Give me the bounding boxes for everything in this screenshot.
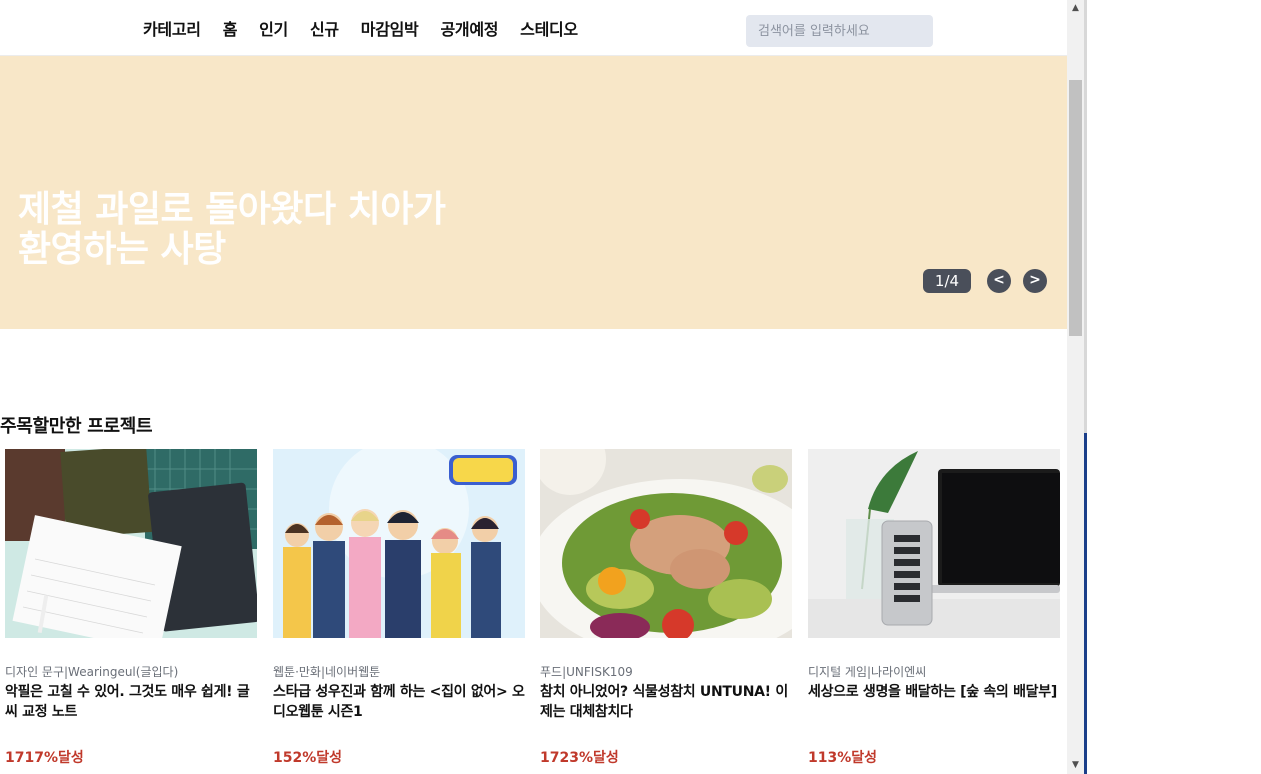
section-title: 주목할만한 프로젝트 — [0, 416, 153, 437]
project-card[interactable]: 웹툰·만화|네이버웹툰 스타급 성우진과 함께 하는 <집이 없어> 오디오웹툰… — [273, 449, 525, 766]
page: 카테고리 홈 인기 신규 마감임박 공개예정 스테디오 제철 과일로 돌아왔다 … — [0, 0, 1067, 774]
hero-banner[interactable]: 제철 과일로 돌아왔다 치아가 환영하는 사탕 1/4 < > — [0, 56, 1067, 329]
main-nav: 카테고리 홈 인기 신규 마감임박 공개예정 스테디오 — [143, 0, 600, 56]
vertical-scrollbar[interactable]: ▲ ▼ — [1067, 0, 1084, 774]
card-title[interactable]: 세상으로 생명을 배달하는 [숲 속의 배달부] — [808, 682, 1060, 722]
card-achievement-rate: 1723%달성 — [540, 750, 619, 766]
card-achievement-rate: 113%달성 — [808, 750, 878, 766]
card-title[interactable]: 참치 아니었어? 식물성참치 UNTUNA! 이제는 대체참치다 — [540, 682, 792, 722]
card-achievement-rate: 152%달성 — [273, 750, 343, 766]
card-category: 디자인 문구|Wearingeul(글입다) — [5, 665, 179, 679]
banner-title-line2: 환영하는 사탕 — [18, 229, 226, 270]
top-header: 카테고리 홈 인기 신규 마감임박 공개예정 스테디오 — [0, 0, 1067, 56]
nav-new[interactable]: 신규 — [310, 16, 339, 40]
card-achievement-rate: 1717%달성 — [5, 750, 84, 766]
notebooks-image[interactable] — [5, 449, 257, 638]
card-category: 디지털 게임|나라이엔씨 — [808, 665, 927, 679]
banner-title-line1: 제철 과일로 돌아왔다 치아가 — [18, 189, 446, 230]
scroll-down-arrow-icon[interactable]: ▼ — [1067, 757, 1084, 774]
project-card[interactable]: 디자인 문구|Wearingeul(글입다) 악필은 고칠 수 있어. 그것도 … — [5, 449, 257, 766]
salad-image[interactable] — [540, 449, 792, 638]
card-title[interactable]: 스타급 성우진과 함께 하는 <집이 없어> 오디오웹툰 시즌1 — [273, 682, 525, 722]
card-title[interactable]: 악필은 고칠 수 있어. 그것도 매우 쉽게! 글씨 교정 노트 — [5, 682, 257, 722]
nav-category[interactable]: 카테고리 — [143, 16, 201, 40]
webtoon-characters-image[interactable] — [273, 449, 525, 638]
nav-home[interactable]: 홈 — [223, 16, 238, 40]
nav-studio[interactable]: 스테디오 — [520, 16, 578, 40]
banner-prev-button[interactable]: < — [987, 269, 1011, 293]
card-category: 웹툰·만화|네이버웹툰 — [273, 665, 381, 679]
scroll-up-arrow-icon[interactable]: ▲ — [1067, 0, 1084, 17]
laptop-device-image[interactable] — [808, 449, 1060, 638]
nav-upcoming[interactable]: 공개예정 — [440, 16, 498, 40]
banner-title: 제철 과일로 돌아왔다 치아가 환영하는 사탕 — [18, 190, 538, 270]
nav-popular[interactable]: 인기 — [259, 16, 288, 40]
scrollbar-thumb[interactable] — [1069, 80, 1082, 336]
window-edge-accent — [1084, 433, 1087, 774]
banner-next-button[interactable]: > — [1023, 269, 1047, 293]
card-category: 푸드|UNFISK109 — [540, 665, 633, 679]
project-card[interactable]: 디지털 게임|나라이엔씨 세상으로 생명을 배달하는 [숲 속의 배달부] 11… — [808, 449, 1060, 766]
banner-pager: 1/4 — [923, 269, 971, 293]
nav-closing-soon[interactable]: 마감임박 — [361, 16, 419, 40]
project-card[interactable]: 푸드|UNFISK109 참치 아니었어? 식물성참치 UNTUNA! 이제는 … — [540, 449, 792, 766]
search-input[interactable] — [746, 15, 933, 47]
